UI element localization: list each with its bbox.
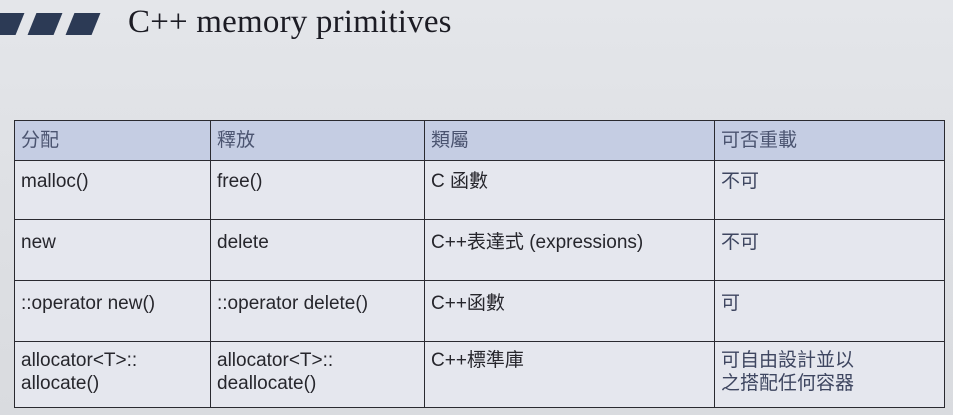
cell-overloadable: 可 xyxy=(714,280,945,342)
decor-bar xyxy=(0,13,25,35)
decorative-bars xyxy=(0,13,110,35)
cell-release: allocator<T>:: deallocate() xyxy=(210,341,425,408)
cell-text: 可 xyxy=(721,293,741,314)
cell-overloadable: 不可 xyxy=(714,160,945,220)
decor-bar xyxy=(27,13,63,35)
cell-category: C 函數 xyxy=(424,160,715,220)
cell-text: C++標準庫 xyxy=(431,350,524,371)
cell-text: 不可 xyxy=(721,232,760,253)
cell-text: 不可 xyxy=(721,171,760,192)
primitives-table: 分配 釋放 類屬 可否重載 malloc() free() C 函數 不可 ne… xyxy=(14,120,945,408)
header-category: 類屬 xyxy=(424,120,715,161)
cell-release: ::operator delete() xyxy=(210,280,425,342)
cell-text: allocator<T>:: xyxy=(217,350,334,371)
cell-allocate: malloc() xyxy=(14,160,211,220)
table-row: ::operator new() ::operator delete() C++… xyxy=(14,280,945,342)
cell-text: C++函數 xyxy=(431,293,505,314)
header-allocate: 分配 xyxy=(14,120,211,161)
header-release: 釋放 xyxy=(210,120,425,161)
cell-text: ::operator new() xyxy=(21,293,156,314)
cell-text: deallocate() xyxy=(217,373,317,394)
cell-category: C++標準庫 xyxy=(424,341,715,408)
header-overloadable: 可否重載 xyxy=(714,120,945,161)
cell-text: new xyxy=(21,232,56,253)
cell-overloadable: 可自由設計並以 之搭配任何容器 xyxy=(714,341,945,408)
slide-header: C++ memory primitives xyxy=(0,0,953,60)
cell-text: C 函數 xyxy=(431,171,489,192)
table-row: malloc() free() C 函數 不可 xyxy=(14,160,945,220)
table-row: allocator<T>:: allocate() allocator<T>::… xyxy=(14,341,945,408)
table-header-row: 分配 釋放 類屬 可否重載 xyxy=(14,120,945,161)
cell-text: allocator<T>:: xyxy=(21,350,138,371)
cell-text: malloc() xyxy=(21,171,89,192)
cell-allocate: ::operator new() xyxy=(14,280,211,342)
decor-bar xyxy=(65,13,101,35)
cell-category: C++函數 xyxy=(424,280,715,342)
cell-text: 可自由設計並以 xyxy=(721,350,855,371)
cell-text: delete xyxy=(217,232,269,253)
table-row: new delete C++表達式 (expressions) 不可 xyxy=(14,219,945,281)
cell-text: 之搭配任何容器 xyxy=(721,373,855,394)
cell-text: ::operator delete() xyxy=(217,293,369,314)
cell-allocate: new xyxy=(14,219,211,281)
slide-title: C++ memory primitives xyxy=(128,4,452,40)
cell-allocate: allocator<T>:: allocate() xyxy=(14,341,211,408)
cell-release: delete xyxy=(210,219,425,281)
cell-category: C++表達式 (expressions) xyxy=(424,219,715,281)
cell-overloadable: 不可 xyxy=(714,219,945,281)
cell-release: free() xyxy=(210,160,425,220)
cell-text: free() xyxy=(217,171,263,192)
cell-text: allocate() xyxy=(21,373,100,394)
primitives-table-container: 分配 釋放 類屬 可否重載 malloc() free() C 函數 不可 ne… xyxy=(14,120,945,408)
cell-text: C++表達式 (expressions) xyxy=(431,232,644,253)
